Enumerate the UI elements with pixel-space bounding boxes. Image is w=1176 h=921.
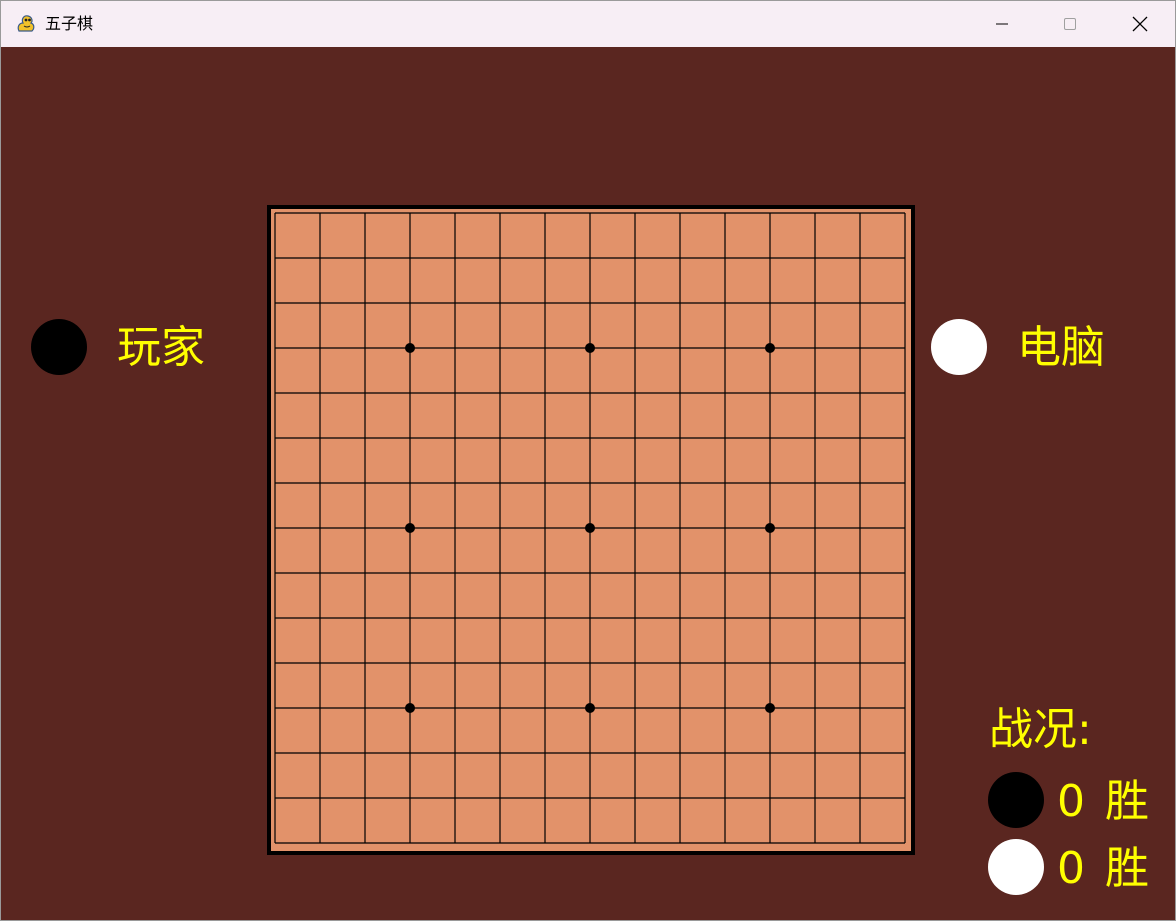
window-title: 五子棋 <box>45 14 94 33</box>
star-point <box>405 703 415 713</box>
minimize-icon <box>996 23 1008 25</box>
game-window: 五子棋 玩家 电脑 战况: 0 胜 0 胜 <box>0 0 1176 921</box>
player-stone-black <box>31 319 87 375</box>
star-point <box>585 703 595 713</box>
player-label: 玩家 <box>117 322 205 373</box>
game-canvas: 玩家 电脑 战况: 0 胜 0 胜 <box>3 47 1175 920</box>
star-point <box>765 523 775 533</box>
computer-stone-white <box>931 319 987 375</box>
star-point <box>765 343 775 353</box>
close-button[interactable] <box>1107 1 1173 47</box>
record-white-stone <box>988 839 1044 895</box>
computer-label: 电脑 <box>1017 322 1105 373</box>
white-wins-count: 0 <box>1057 843 1085 894</box>
record-title: 战况: <box>989 704 1092 755</box>
white-wins-label: 胜 <box>1105 843 1149 894</box>
star-point <box>405 343 415 353</box>
close-icon <box>1132 16 1148 32</box>
minimize-button[interactable] <box>969 1 1035 47</box>
title-bar[interactable]: 五子棋 <box>1 1 1175 47</box>
gomoku-board[interactable] <box>267 205 915 855</box>
pygame-snake-icon <box>17 15 35 32</box>
star-point <box>765 703 775 713</box>
star-point <box>405 523 415 533</box>
black-wins-count: 0 <box>1057 776 1085 827</box>
star-point <box>585 523 595 533</box>
star-point <box>585 343 595 353</box>
maximize-icon <box>1064 18 1076 30</box>
black-wins-label: 胜 <box>1105 776 1149 827</box>
record-black-stone <box>988 772 1044 828</box>
maximize-button[interactable] <box>1037 1 1103 47</box>
